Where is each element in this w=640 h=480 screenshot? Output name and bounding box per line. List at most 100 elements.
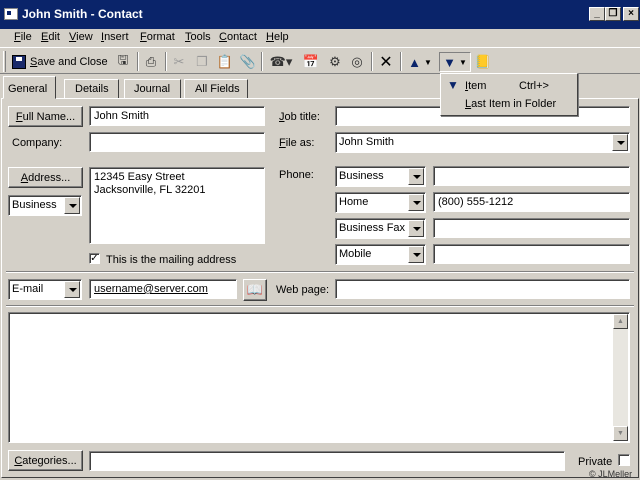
- tab-journal[interactable]: Journal: [124, 79, 181, 99]
- copy-icon[interactable]: ❐: [194, 52, 210, 72]
- dial-phone-icon[interactable]: ☎▾: [268, 52, 294, 72]
- next-item-icon[interactable]: ▼ ▼: [439, 52, 471, 72]
- phone-type-value: Mobile: [339, 248, 372, 260]
- menu-format[interactable]: Format: [140, 31, 175, 43]
- toolbar-grip[interactable]: [3, 51, 6, 72]
- address-line-2: Jacksonville, FL 32201: [94, 184, 206, 196]
- address-type-value: Business: [12, 199, 57, 211]
- address-type-combo[interactable]: Business: [8, 195, 82, 216]
- delete-icon[interactable]: ✕: [377, 52, 395, 72]
- chevron-down-icon[interactable]: [612, 134, 628, 151]
- menu-view[interactable]: View: [69, 31, 93, 43]
- chevron-down-icon[interactable]: [408, 168, 424, 185]
- company-label: Company:: [12, 137, 63, 149]
- window-title: John Smith - Contact: [22, 7, 143, 21]
- title-bar: John Smith - Contact _ ❐ ×: [0, 0, 640, 29]
- mailing-address-checkbox[interactable]: ✓: [89, 253, 100, 264]
- print-icon[interactable]: ⎙: [142, 52, 160, 72]
- categories-button-label: Categories...: [14, 454, 77, 467]
- address-field[interactable]: 12345 Easy Street Jacksonville, FL 32201: [89, 167, 265, 244]
- web-page-field[interactable]: [335, 279, 630, 299]
- save-and-close-label: Save and Close: [30, 56, 108, 68]
- email-type-combo[interactable]: E-mail: [8, 279, 82, 300]
- phone-type-value: Home: [339, 196, 369, 208]
- address-line-1: 12345 Easy Street: [94, 171, 185, 183]
- menu-item-shortcut: Ctrl+>: [519, 80, 549, 92]
- phone-type-combo-1[interactable]: Business: [335, 166, 426, 187]
- categories-field[interactable]: [89, 451, 565, 471]
- tab-details[interactable]: Details: [64, 79, 119, 99]
- address-book-button[interactable]: 📖: [243, 279, 267, 301]
- next-item-menu: ▼ Item Ctrl+> Last Item in Folder: [440, 73, 578, 116]
- menu-contact[interactable]: Contact: [219, 31, 257, 43]
- menu-bar: File Edit View Insert Format Tools Conta…: [0, 29, 640, 46]
- toolbar: Save and Close 🖫 ⎙ ✂ ❐ 📋 📎 ☎▾ 📅 ⚙ ◎ ✕ ▲ ▼…: [0, 47, 640, 74]
- scroll-down-icon[interactable]: ▼: [613, 426, 628, 441]
- chevron-down-icon[interactable]: [64, 281, 80, 298]
- job-title-label: Job title:: [279, 111, 320, 123]
- address-button[interactable]: Address...: [8, 167, 83, 188]
- email-field[interactable]: username@server.com: [89, 279, 237, 299]
- menu-help[interactable]: Help: [266, 31, 289, 43]
- file-as-combo[interactable]: John Smith: [335, 132, 630, 153]
- address-book-icon: 📖: [246, 282, 264, 297]
- company-field[interactable]: [89, 132, 265, 152]
- floppy-disk-icon: [12, 55, 26, 69]
- private-label: Private: [578, 456, 613, 468]
- chevron-down-icon[interactable]: [408, 220, 424, 237]
- address-book-icon[interactable]: 📒: [474, 52, 492, 72]
- minimize-button[interactable]: _: [589, 7, 605, 21]
- phone-field-2[interactable]: (800) 555-1212: [433, 192, 630, 212]
- close-button[interactable]: ×: [623, 7, 639, 21]
- previous-item-icon[interactable]: ▲ ▼: [406, 52, 434, 72]
- phone-type-combo-4[interactable]: Mobile: [335, 244, 426, 265]
- menu-file[interactable]: File: [14, 31, 32, 43]
- phone-label: Phone:: [279, 169, 314, 181]
- attach-paperclip-icon[interactable]: 📎: [240, 52, 256, 72]
- chevron-down-icon[interactable]: [408, 246, 424, 263]
- scroll-up-icon[interactable]: ▲: [613, 314, 628, 329]
- menu-item-next-item[interactable]: ▼ Item Ctrl+>: [443, 77, 575, 95]
- mailing-address-label: This is the mailing address: [106, 254, 237, 266]
- chevron-down-icon[interactable]: [64, 197, 80, 214]
- menu-item-last-item[interactable]: Last Item in Folder: [443, 95, 575, 113]
- phone-field-1[interactable]: [433, 166, 630, 186]
- menu-insert[interactable]: Insert: [101, 31, 129, 43]
- save-icon[interactable]: 🖫: [114, 52, 132, 72]
- new-task-icon[interactable]: ⚙: [326, 52, 344, 72]
- full-name-button-label: Full Name...: [15, 110, 76, 123]
- menu-edit[interactable]: Edit: [41, 31, 60, 43]
- web-page-label: Web page:: [276, 284, 330, 296]
- contact-card-icon: [4, 8, 18, 20]
- explore-web-page-icon[interactable]: ◎: [348, 52, 366, 72]
- tab-all-fields[interactable]: All Fields: [184, 79, 248, 99]
- notes-field[interactable]: [8, 312, 630, 443]
- menu-item-label: Last Item in Folder: [465, 98, 557, 110]
- email-type-value: E-mail: [12, 283, 44, 295]
- full-name-field[interactable]: John Smith: [89, 106, 265, 126]
- paste-icon[interactable]: 📋: [217, 52, 233, 72]
- file-as-label: File as:: [279, 137, 315, 149]
- phone-type-value: Business: [339, 170, 384, 182]
- menu-tools[interactable]: Tools: [185, 31, 211, 43]
- phone-field-4[interactable]: [433, 244, 630, 264]
- tab-general[interactable]: General: [3, 76, 56, 99]
- cut-icon[interactable]: ✂: [171, 52, 187, 72]
- phone-field-3[interactable]: [433, 218, 630, 238]
- save-and-close-button[interactable]: Save and Close: [12, 52, 110, 72]
- new-meeting-request-icon[interactable]: 📅: [302, 52, 320, 72]
- categories-button[interactable]: Categories...: [8, 450, 83, 471]
- notes-scrollbar[interactable]: ▲ ▼: [613, 314, 628, 441]
- file-as-value: John Smith: [339, 136, 395, 148]
- phone-type-combo-3[interactable]: Business Fax: [335, 218, 426, 239]
- address-button-label: Address...: [20, 171, 71, 184]
- phone-type-combo-2[interactable]: Home: [335, 192, 426, 213]
- private-checkbox[interactable]: [618, 454, 630, 466]
- divider: [6, 305, 634, 307]
- chevron-down-icon[interactable]: [408, 194, 424, 211]
- copyright-text: © JLMeller: [589, 469, 633, 479]
- divider: [6, 271, 634, 273]
- restore-button[interactable]: ❐: [605, 7, 621, 21]
- full-name-button[interactable]: Full Name...: [8, 106, 83, 127]
- phone-type-value: Business Fax: [339, 222, 406, 234]
